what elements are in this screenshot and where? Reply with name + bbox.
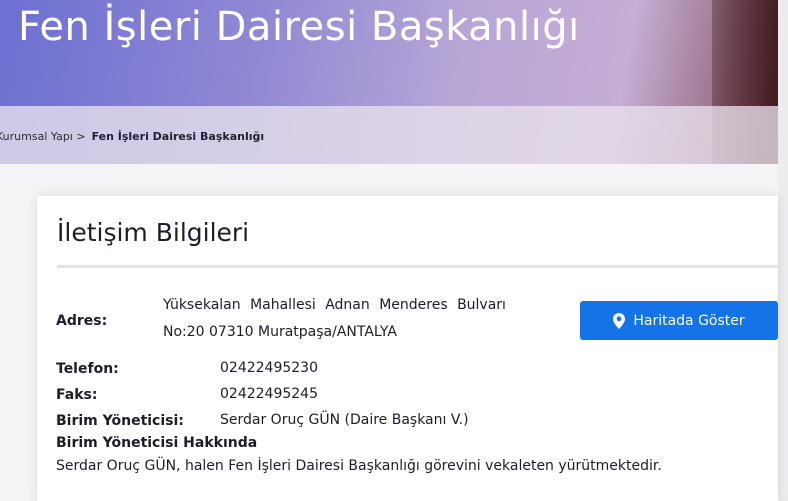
breadcrumb-link-parent[interactable]: Kurumsal Yapı > [0,130,86,143]
map-pin-icon [613,312,626,329]
show-on-map-button[interactable]: Haritada Göster [580,301,778,340]
contact-heading: İletişim Bilgileri [57,218,250,247]
about-manager-text: Serdar Oruç GÜN, halen Fen İşleri Daires… [56,458,662,474]
address-label: Adres: [56,313,108,329]
fax-value: 02422495245 [220,386,318,402]
contact-card: İletişim Bilgileri Adres: Yüksekalan Mah… [37,196,778,501]
show-on-map-label: Haritada Göster [633,312,745,329]
phone-label: Telefon: [56,361,119,377]
address-line-2: No:20 07310 Muratpaşa/ANTALYA [163,324,397,340]
manager-value: Serdar Oruç GÜN (Daire Başkanı V.) [220,412,469,428]
manager-label: Birim Yöneticisi: [56,413,184,429]
about-manager-heading: Birim Yöneticisi Hakkında [56,435,258,451]
page-hero-banner: Fen İşleri Dairesi Başkanlığı Kurumsal Y… [0,0,788,164]
phone-value[interactable]: 02422495230 [220,360,318,376]
breadcrumb: Kurumsal Yapı > Fen İşleri Dairesi Başkan… [0,130,264,143]
breadcrumb-current: Fen İşleri Dairesi Başkanlığı [91,130,265,143]
address-line-1: Yüksekalan Mahallesi Adnan Menderes Bulv… [163,297,506,313]
scrollbar-track[interactable] [778,0,788,501]
page-title: Fen İşleri Dairesi Başkanlığı [18,4,580,50]
heading-divider [57,265,778,268]
fax-label: Faks: [56,387,98,403]
